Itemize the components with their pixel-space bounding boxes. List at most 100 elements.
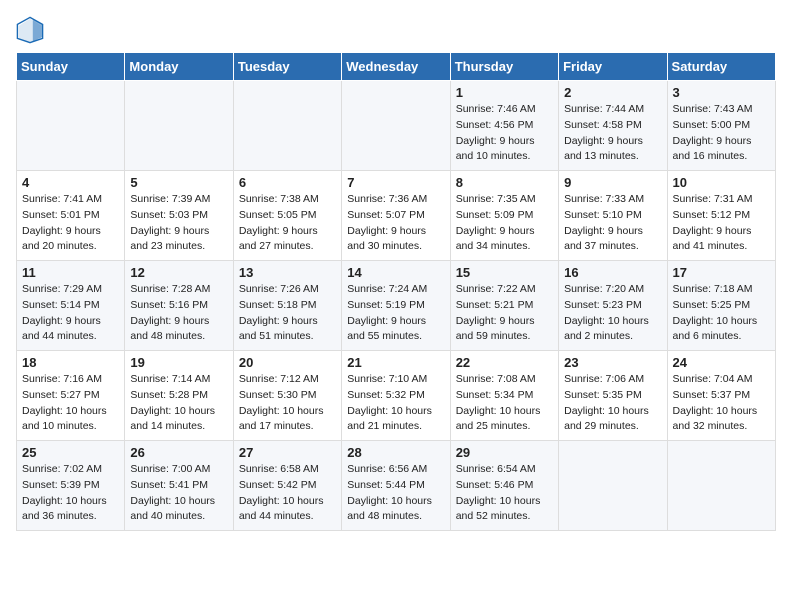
calendar-cell: 15 Sunrise: 7:22 AM Sunset: 5:21 PM Dayli… (450, 261, 558, 351)
calendar-cell: 1 Sunrise: 7:46 AM Sunset: 4:56 PM Daylig… (450, 81, 558, 171)
calendar-cell: 26 Sunrise: 7:00 AM Sunset: 5:41 PM Dayli… (125, 441, 233, 531)
day-number: 26 (130, 445, 227, 460)
day-number: 16 (564, 265, 661, 280)
calendar-cell (559, 441, 667, 531)
day-detail: Sunrise: 6:56 AM Sunset: 5:44 PM Dayligh… (347, 462, 444, 525)
logo (16, 16, 48, 44)
day-detail: Sunrise: 7:33 AM Sunset: 5:10 PM Dayligh… (564, 192, 661, 255)
calendar-cell: 22Sunrise: 7:08 AM Sunset: 5:34 PM Dayli… (450, 351, 558, 441)
day-detail: Sunrise: 7:12 AM Sunset: 5:30 PM Dayligh… (239, 372, 336, 435)
day-number: 25 (22, 445, 119, 460)
day-header-friday: Friday (559, 53, 667, 81)
calendar-cell: 6 Sunrise: 7:38 AM Sunset: 5:05 PM Daylig… (233, 171, 341, 261)
day-detail: Sunrise: 7:44 AM Sunset: 4:58 PM Dayligh… (564, 102, 661, 165)
day-detail: Sunrise: 7:22 AM Sunset: 5:21 PM Dayligh… (456, 282, 553, 345)
day-detail: Sunrise: 7:35 AM Sunset: 5:09 PM Dayligh… (456, 192, 553, 255)
day-detail: Sunrise: 7:24 AM Sunset: 5:19 PM Dayligh… (347, 282, 444, 345)
calendar-cell (342, 81, 450, 171)
calendar-cell: 24 Sunrise: 7:04 AM Sunset: 5:37 PM Dayli… (667, 351, 775, 441)
calendar-week-3: 11 Sunrise: 7:29 AM Sunset: 5:14 PM Dayli… (17, 261, 776, 351)
day-detail: Sunrise: 7:20 AM Sunset: 5:23 PM Dayligh… (564, 282, 661, 345)
day-number: 28 (347, 445, 444, 460)
calendar-cell: 19 Sunrise: 7:14 AM Sunset: 5:28 PM Dayli… (125, 351, 233, 441)
day-number: 20 (239, 355, 336, 370)
day-number: 24 (673, 355, 770, 370)
day-number: 1 (456, 85, 553, 100)
calendar-cell (125, 81, 233, 171)
day-detail: Sunrise: 7:04 AM Sunset: 5:37 PM Dayligh… (673, 372, 770, 435)
day-detail: Sunrise: 7:10 AM Sunset: 5:32 PM Dayligh… (347, 372, 444, 435)
day-number: 2 (564, 85, 661, 100)
day-header-saturday: Saturday (667, 53, 775, 81)
day-detail: Sunrise: 7:41 AM Sunset: 5:01 PM Dayligh… (22, 192, 119, 255)
calendar-cell: 23Sunrise: 7:06 AM Sunset: 5:35 PM Dayli… (559, 351, 667, 441)
day-detail: Sunrise: 7:38 AM Sunset: 5:05 PM Dayligh… (239, 192, 336, 255)
day-number: 4 (22, 175, 119, 190)
day-number: 10 (673, 175, 770, 190)
day-detail: Sunrise: 7:36 AM Sunset: 5:07 PM Dayligh… (347, 192, 444, 255)
calendar-cell: 9Sunrise: 7:33 AM Sunset: 5:10 PM Daylig… (559, 171, 667, 261)
day-number: 23 (564, 355, 661, 370)
day-number: 7 (347, 175, 444, 190)
calendar-cell: 4 Sunrise: 7:41 AM Sunset: 5:01 PM Daylig… (17, 171, 125, 261)
calendar-week-5: 25 Sunrise: 7:02 AM Sunset: 5:39 PM Dayli… (17, 441, 776, 531)
calendar-cell: 18Sunrise: 7:16 AM Sunset: 5:27 PM Dayli… (17, 351, 125, 441)
calendar-cell: 27 Sunrise: 6:58 AM Sunset: 5:42 PM Dayli… (233, 441, 341, 531)
day-number: 19 (130, 355, 227, 370)
day-detail: Sunrise: 7:26 AM Sunset: 5:18 PM Dayligh… (239, 282, 336, 345)
calendar-cell: 8Sunrise: 7:35 AM Sunset: 5:09 PM Daylig… (450, 171, 558, 261)
day-number: 13 (239, 265, 336, 280)
header-row: SundayMondayTuesdayWednesdayThursdayFrid… (17, 53, 776, 81)
day-detail: Sunrise: 7:00 AM Sunset: 5:41 PM Dayligh… (130, 462, 227, 525)
day-number: 18 (22, 355, 119, 370)
day-number: 17 (673, 265, 770, 280)
calendar-week-1: 1 Sunrise: 7:46 AM Sunset: 4:56 PM Daylig… (17, 81, 776, 171)
calendar-cell: 29 Sunrise: 6:54 AM Sunset: 5:46 PM Dayli… (450, 441, 558, 531)
calendar-cell (233, 81, 341, 171)
calendar-cell: 17 Sunrise: 7:18 AM Sunset: 5:25 PM Dayli… (667, 261, 775, 351)
day-number: 29 (456, 445, 553, 460)
calendar-cell: 20 Sunrise: 7:12 AM Sunset: 5:30 PM Dayli… (233, 351, 341, 441)
calendar-header: SundayMondayTuesdayWednesdayThursdayFrid… (17, 53, 776, 81)
day-number: 21 (347, 355, 444, 370)
day-header-wednesday: Wednesday (342, 53, 450, 81)
day-number: 5 (130, 175, 227, 190)
day-detail: Sunrise: 7:29 AM Sunset: 5:14 PM Dayligh… (22, 282, 119, 345)
calendar-cell (667, 441, 775, 531)
calendar-cell: 7 Sunrise: 7:36 AM Sunset: 5:07 PM Daylig… (342, 171, 450, 261)
day-detail: Sunrise: 6:54 AM Sunset: 5:46 PM Dayligh… (456, 462, 553, 525)
calendar-cell: 28 Sunrise: 6:56 AM Sunset: 5:44 PM Dayli… (342, 441, 450, 531)
calendar-cell: 12Sunrise: 7:28 AM Sunset: 5:16 PM Dayli… (125, 261, 233, 351)
calendar-cell: 25 Sunrise: 7:02 AM Sunset: 5:39 PM Dayli… (17, 441, 125, 531)
calendar-cell: 14 Sunrise: 7:24 AM Sunset: 5:19 PM Dayli… (342, 261, 450, 351)
day-detail: Sunrise: 7:14 AM Sunset: 5:28 PM Dayligh… (130, 372, 227, 435)
day-detail: Sunrise: 7:43 AM Sunset: 5:00 PM Dayligh… (673, 102, 770, 165)
day-header-sunday: Sunday (17, 53, 125, 81)
day-detail: Sunrise: 7:46 AM Sunset: 4:56 PM Dayligh… (456, 102, 553, 165)
day-header-tuesday: Tuesday (233, 53, 341, 81)
calendar-cell (17, 81, 125, 171)
calendar-week-4: 18Sunrise: 7:16 AM Sunset: 5:27 PM Dayli… (17, 351, 776, 441)
day-number: 6 (239, 175, 336, 190)
day-number: 22 (456, 355, 553, 370)
calendar-body: 1 Sunrise: 7:46 AM Sunset: 4:56 PM Daylig… (17, 81, 776, 531)
calendar-cell: 3 Sunrise: 7:43 AM Sunset: 5:00 PM Daylig… (667, 81, 775, 171)
day-header-monday: Monday (125, 53, 233, 81)
day-detail: Sunrise: 6:58 AM Sunset: 5:42 PM Dayligh… (239, 462, 336, 525)
day-detail: Sunrise: 7:39 AM Sunset: 5:03 PM Dayligh… (130, 192, 227, 255)
day-number: 14 (347, 265, 444, 280)
calendar-cell: 10Sunrise: 7:31 AM Sunset: 5:12 PM Dayli… (667, 171, 775, 261)
day-detail: Sunrise: 7:18 AM Sunset: 5:25 PM Dayligh… (673, 282, 770, 345)
day-number: 12 (130, 265, 227, 280)
day-number: 27 (239, 445, 336, 460)
logo-icon (16, 16, 44, 44)
day-number: 3 (673, 85, 770, 100)
day-number: 15 (456, 265, 553, 280)
calendar-cell: 11 Sunrise: 7:29 AM Sunset: 5:14 PM Dayli… (17, 261, 125, 351)
day-detail: Sunrise: 7:02 AM Sunset: 5:39 PM Dayligh… (22, 462, 119, 525)
day-header-thursday: Thursday (450, 53, 558, 81)
page-header (16, 16, 776, 44)
calendar-cell: 2 Sunrise: 7:44 AM Sunset: 4:58 PM Daylig… (559, 81, 667, 171)
day-number: 11 (22, 265, 119, 280)
calendar-week-2: 4 Sunrise: 7:41 AM Sunset: 5:01 PM Daylig… (17, 171, 776, 261)
